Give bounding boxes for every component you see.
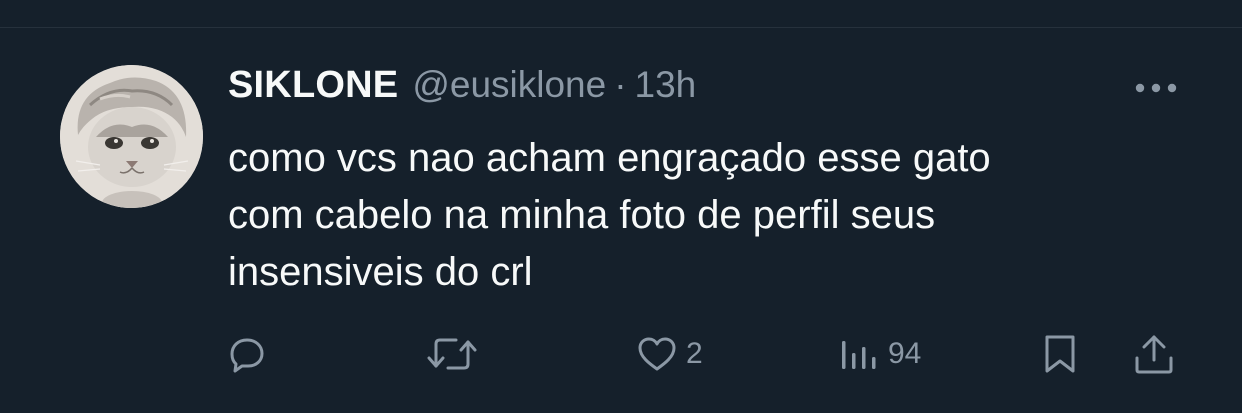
share-icon [1132, 332, 1176, 376]
retweet-icon [426, 334, 478, 374]
avatar[interactable] [60, 65, 203, 208]
views-button[interactable]: 94 [838, 328, 921, 380]
views-count: 94 [888, 337, 922, 370]
more-horizontal-icon [1134, 82, 1178, 94]
like-button[interactable]: 2 [636, 328, 703, 380]
cat-with-hair-avatar-image [60, 65, 203, 208]
tweet-header: SIKLONE @eusiklone · 13h [228, 64, 696, 112]
bookmark-icon [1040, 332, 1080, 376]
reply-button[interactable] [228, 328, 274, 380]
more-options-button[interactable] [1128, 70, 1184, 106]
tweet-timestamp[interactable]: 13h [635, 64, 697, 106]
top-divider [0, 27, 1242, 28]
like-count: 2 [686, 337, 703, 370]
reply-icon [228, 335, 266, 373]
retweet-button[interactable] [426, 328, 486, 380]
display-name[interactable]: SIKLONE [228, 64, 398, 107]
tweet-actions-bar: 2 94 [0, 328, 1242, 380]
tweet-text: como vcs nao acham engraçado esse gato c… [228, 136, 991, 294]
share-button[interactable] [1132, 328, 1176, 380]
heart-icon [636, 335, 678, 373]
bookmark-button[interactable] [1040, 328, 1080, 380]
user-handle[interactable]: @eusiklone [412, 64, 606, 106]
header-separator: · [614, 64, 627, 105]
views-icon [838, 335, 880, 373]
